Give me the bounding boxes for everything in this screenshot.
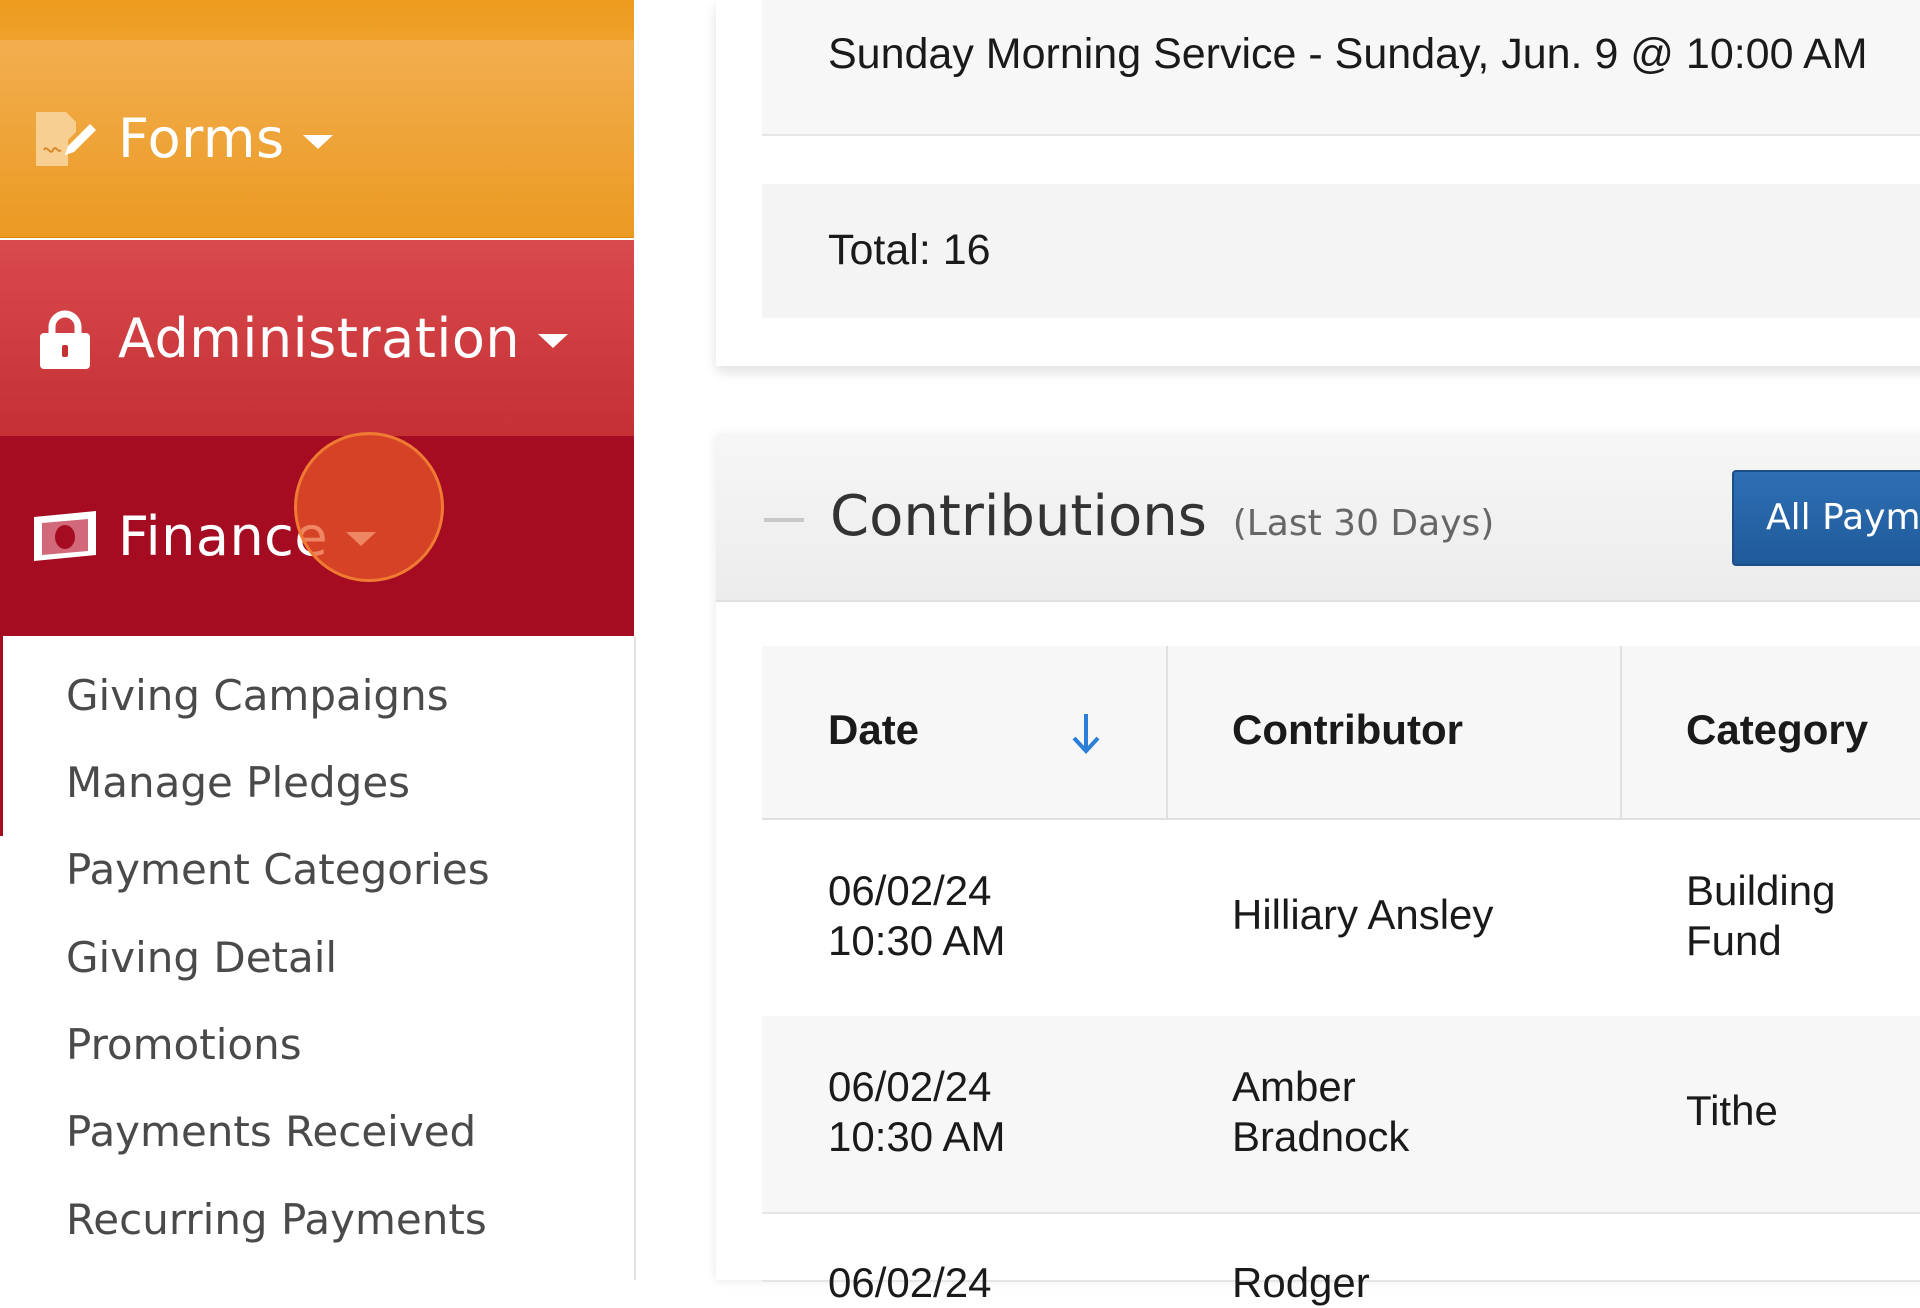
submenu-accent-bar <box>0 636 3 836</box>
submenu-manage-pledges[interactable]: Manage Pledges <box>66 753 410 813</box>
cell-category-line1: Building <box>1686 867 1836 914</box>
sidebar-top-strip <box>0 0 634 40</box>
chevron-down-icon <box>538 334 569 348</box>
column-divider <box>1620 646 1622 818</box>
cell-date-day: 06/02/24 <box>828 1063 992 1110</box>
sort-down-arrow-icon[interactable] <box>1068 710 1104 756</box>
click-indicator <box>294 432 444 582</box>
cell-date-day: 06/02/24 <box>828 1259 992 1306</box>
cell-date: 06/02/24 10:30 AM <box>828 866 1128 966</box>
cell-category-line1: Tithe <box>1686 1087 1778 1134</box>
cell-contributor: Amber Bradnock <box>1232 1062 1532 1162</box>
lock-icon <box>40 310 90 369</box>
service-total: Total: 16 <box>828 226 991 274</box>
submenu-payments-received[interactable]: Payments Received <box>66 1102 476 1162</box>
cell-contributor-last: Bradnock <box>1232 1113 1410 1160</box>
cell-date-day: 06/02/24 <box>828 867 992 914</box>
cell-contributor: Rodger <box>1232 1258 1532 1308</box>
cell-contributor-first: Rodger <box>1232 1259 1370 1306</box>
collapse-icon[interactable] <box>764 518 804 522</box>
sidebar-item-administration[interactable]: Administration <box>0 240 634 436</box>
sidebar-item-label: Forms <box>118 107 285 170</box>
contributions-subtitle: (Last 30 Days) <box>1232 503 1495 544</box>
submenu-recurring-payments[interactable]: Recurring Payments <box>66 1190 487 1250</box>
submenu-promotions[interactable]: Promotions <box>66 1015 302 1075</box>
service-name: Sunday Morning Service - Sunday, Jun. 9 … <box>828 30 1868 78</box>
chevron-down-icon <box>302 134 333 149</box>
cell-date: 06/02/24 <box>828 1258 1128 1308</box>
money-bill-icon <box>34 511 96 561</box>
contributions-title-text: Contributions <box>830 484 1207 549</box>
column-header-contributor[interactable]: Contributor <box>1232 706 1463 754</box>
sidebar-item-forms[interactable]: Forms <box>0 40 634 238</box>
submenu-payment-categories[interactable]: Payment Categories <box>66 840 490 900</box>
all-payments-button[interactable]: All Payments <box>1732 470 1920 566</box>
column-divider <box>1166 646 1168 818</box>
cell-contributor-name: Hilliary Ansley <box>1232 891 1494 938</box>
column-header-date[interactable]: Date <box>828 706 919 754</box>
cell-category-line2: Fund <box>1686 917 1782 964</box>
sidebar-item-label: Administration <box>118 306 521 370</box>
column-header-category[interactable]: Category <box>1686 706 1868 754</box>
contributions-title: Contributions (Last 30 Days) <box>830 484 1494 549</box>
cell-category: Building Fund <box>1686 866 1920 966</box>
submenu-giving-detail[interactable]: Giving Detail <box>66 928 337 988</box>
cell-contributor: Hilliary Ansley <box>1232 890 1532 940</box>
cell-date-time: 10:30 AM <box>828 917 1006 964</box>
cell-contributor-first: Amber <box>1232 1063 1356 1110</box>
pencil-document-icon <box>36 111 96 166</box>
cell-date-time: 10:30 AM <box>828 1113 1006 1160</box>
submenu-giving-campaigns[interactable]: Giving Campaigns <box>66 666 449 726</box>
cell-date: 06/02/24 10:30 AM <box>828 1062 1128 1162</box>
sidebar-nav: Forms Administration Finance Giving Camp… <box>0 0 636 1280</box>
cell-category: Tithe <box>1686 1086 1920 1136</box>
